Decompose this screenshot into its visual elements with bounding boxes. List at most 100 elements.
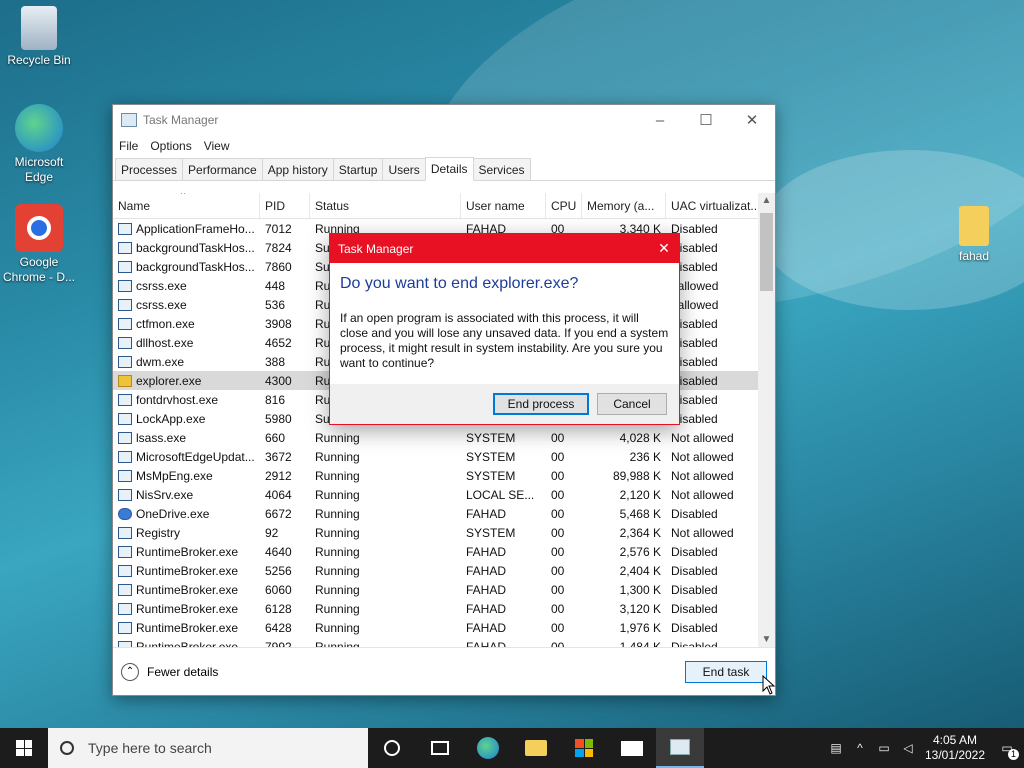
cell-pid: 3672: [265, 449, 292, 464]
dialog-title-bar[interactable]: Task Manager ✕: [330, 234, 679, 263]
menu-options[interactable]: Options: [150, 139, 191, 153]
close-button[interactable]: ✕: [729, 105, 775, 135]
tab-details[interactable]: Details: [424, 157, 474, 181]
windows-logo-icon: [16, 740, 32, 756]
chevron-up-icon[interactable]: ^: [848, 741, 872, 755]
minimize-button[interactable]: –: [637, 105, 683, 135]
cell-user: FAHAD: [466, 506, 507, 521]
desktop-icon-recycle-bin[interactable]: Recycle Bin: [1, 6, 77, 68]
end-process-button[interactable]: End process: [493, 393, 589, 415]
cell-name-text: Registry: [136, 525, 181, 540]
tab-performance[interactable]: Performance: [182, 158, 263, 180]
cell-uac: Not allowed: [671, 487, 734, 502]
cell-mem: 4,028 K: [619, 430, 661, 445]
scroll-up-icon[interactable]: ▲: [758, 195, 775, 206]
cell-name-text: ApplicationFrameHo...: [136, 221, 255, 236]
menu-view[interactable]: View: [204, 139, 230, 153]
tab-app-history[interactable]: App history: [261, 158, 334, 180]
task-view-button[interactable]: [416, 728, 464, 768]
table-row[interactable]: MicrosoftEdgeUpdat... 3672 Running SYSTEM 00…: [113, 447, 775, 466]
cell-mem: 1,300 K: [619, 582, 661, 597]
table-row[interactable]: Registry 92 Running SYSTEM 00 2,364 K Not allo…: [113, 523, 775, 542]
chevron-up-icon[interactable]: ⌃: [121, 662, 139, 681]
title-bar[interactable]: Task Manager – ☐ ✕: [113, 105, 775, 135]
scroll-down-icon[interactable]: ▼: [758, 634, 775, 645]
end-task-button[interactable]: End task: [685, 660, 767, 683]
table-row[interactable]: RuntimeBroker.exe 6128 Running FAHAD 00 3,120…: [113, 599, 775, 618]
tab-processes[interactable]: Processes: [115, 158, 184, 180]
cell-name-text: MicrosoftEdgeUpdat...: [136, 449, 255, 464]
cell-name: RuntimeBroker.exe: [113, 564, 260, 578]
dialog-button-bar: End process Cancel: [330, 384, 679, 424]
table-row[interactable]: lsass.exe 660 Running SYSTEM 00 4,028 K Not al…: [113, 428, 775, 447]
desktop-icon-chrome[interactable]: Google Chrome - D...: [1, 204, 77, 285]
table-row[interactable]: RuntimeBroker.exe 6428 Running FAHAD 00 1,976…: [113, 618, 775, 637]
table-row[interactable]: RuntimeBroker.exe 4640 Running FAHAD 00 2,576…: [113, 542, 775, 561]
cell-name-text: RuntimeBroker.exe: [136, 620, 239, 635]
col-memory[interactable]: Memory (a...: [582, 193, 666, 218]
cortana-button[interactable]: [368, 728, 416, 768]
network-icon[interactable]: ▭: [872, 741, 896, 755]
col-pid[interactable]: PID: [260, 193, 310, 218]
cell-cpu: 00: [551, 601, 565, 616]
cancel-button[interactable]: Cancel: [597, 393, 667, 415]
col-cpu[interactable]: CPU: [546, 193, 582, 218]
volume-muted-icon[interactable]: ◁: [896, 741, 920, 755]
table-row[interactable]: NisSrv.exe 4064 Running LOCAL SE... 00 2,120 …: [113, 485, 775, 504]
process-icon: [118, 431, 132, 444]
edge-icon: [15, 104, 63, 152]
desktop-icon-edge[interactable]: Microsoft Edge: [1, 104, 77, 185]
table-row[interactable]: MsMpEng.exe 2912 Running SYSTEM 00 89,988 K No…: [113, 466, 775, 485]
cell-uac: Disabled: [671, 582, 718, 597]
process-icon: [118, 241, 132, 254]
dialog-close-icon[interactable]: ✕: [649, 240, 679, 257]
vertical-scrollbar[interactable]: ▲ ▼: [758, 193, 775, 647]
col-status[interactable]: Status: [310, 193, 461, 218]
search-box[interactable]: Type here to search: [48, 728, 368, 768]
menu-file[interactable]: File: [119, 139, 138, 153]
desktop-icon-fahad-folder[interactable]: fahad: [936, 206, 1012, 264]
process-icon: [118, 279, 132, 292]
cell-user: FAHAD: [466, 601, 507, 616]
maximize-button[interactable]: ☐: [683, 105, 729, 135]
clock-date: 13/01/2022: [924, 748, 986, 762]
dialog-title: Task Manager: [338, 241, 414, 256]
col-user[interactable]: User name: [461, 193, 546, 218]
col-uac[interactable]: UAC virtualizat...: [666, 193, 765, 218]
notification-center-icon[interactable]: ▭ 1: [990, 741, 1024, 760]
cell-name-text: RuntimeBroker.exe: [136, 544, 239, 559]
cell-name-text: RuntimeBroker.exe: [136, 563, 239, 578]
taskbar-file-explorer[interactable]: [512, 728, 560, 768]
table-row[interactable]: RuntimeBroker.exe 5256 Running FAHAD 00 2,404…: [113, 561, 775, 580]
taskbar-mail[interactable]: [608, 728, 656, 768]
clock[interactable]: 4:05 AM 13/01/2022: [920, 733, 990, 763]
taskbar: Type here to search ▤ ^ ▭ ◁ 4:05 AM 13/0…: [0, 728, 1024, 768]
table-row[interactable]: OneDrive.exe 6672 Running FAHAD 00 5,468 K Dis…: [113, 504, 775, 523]
table-header: Name PID Status User name CPU Memory (a.…: [113, 193, 775, 219]
cell-uac: Disabled: [671, 335, 718, 350]
taskbar-edge[interactable]: [464, 728, 512, 768]
news-icon[interactable]: ▤: [824, 741, 848, 755]
fewer-details-link[interactable]: Fewer details: [147, 665, 218, 679]
footer: ⌃ Fewer details End task: [113, 647, 775, 695]
process-icon: [118, 545, 132, 558]
cell-pid: 448: [265, 278, 286, 293]
cell-name-text: ctfmon.exe: [136, 316, 195, 331]
taskbar-task-manager[interactable]: [656, 728, 704, 768]
cell-uac: Disabled: [671, 373, 718, 388]
table-row[interactable]: RuntimeBroker.exe 7992 Running FAHAD 00 1,484…: [113, 637, 775, 647]
cell-name: dwm.exe: [113, 355, 260, 369]
tab-startup[interactable]: Startup: [332, 158, 384, 180]
col-name[interactable]: Name: [113, 193, 260, 218]
process-icon: [118, 507, 132, 520]
scrollbar-thumb[interactable]: [760, 213, 773, 291]
cell-uac: Disabled: [671, 392, 718, 407]
mouse-cursor-icon: [762, 675, 776, 695]
table-row[interactable]: RuntimeBroker.exe 6060 Running FAHAD 00 1,300…: [113, 580, 775, 599]
tab-services[interactable]: Services: [472, 158, 531, 180]
sort-caret-icon: ^: [181, 193, 186, 199]
tab-users[interactable]: Users: [382, 158, 426, 180]
taskbar-store[interactable]: [560, 728, 608, 768]
notification-badge: 1: [1008, 749, 1019, 760]
start-button[interactable]: [0, 728, 48, 768]
